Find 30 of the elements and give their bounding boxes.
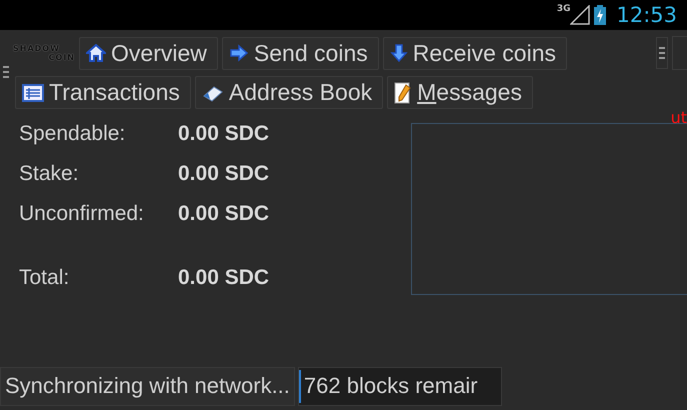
toolbar-button[interactable]: Address Book	[194, 76, 384, 109]
list-icon	[22, 84, 44, 102]
toolbar-button[interactable]: Overview	[79, 36, 218, 70]
clock: 12:53	[616, 3, 677, 27]
toolbar-grip[interactable]	[3, 66, 11, 78]
balance-label: Stake:	[19, 162, 80, 186]
right-arrow-icon	[228, 44, 249, 62]
sync-progress-bar: 762 blocks remair	[298, 366, 502, 406]
down-arrow-icon	[390, 43, 408, 63]
toolbar-button[interactable]: Send coins	[222, 36, 379, 70]
balance-value: 0.00 SDC	[178, 266, 270, 290]
sync-status: Synchronizing with network...	[0, 366, 295, 406]
toolbar-button[interactable]: Transactions	[15, 76, 191, 109]
balance-label: Unconfirmed:	[19, 202, 145, 226]
toolbar-button[interactable]: Messages	[387, 76, 533, 109]
toolbar-grip[interactable]	[656, 37, 668, 69]
notepad-icon	[394, 82, 412, 104]
battery-icon	[594, 5, 606, 25]
balance-label: Total:	[19, 266, 70, 290]
card-icon	[202, 84, 224, 102]
signal-icon	[570, 5, 590, 25]
home-icon	[86, 44, 106, 62]
balance-label: Spendable:	[19, 122, 126, 146]
section-heading: ut	[670, 111, 687, 123]
toolbar-button[interactable]: Receive coins	[382, 36, 567, 70]
balance-value: 0.00 SDC	[178, 162, 270, 186]
balance-value: 0.00 SDC	[178, 122, 270, 146]
balance-value: 0.00 SDC	[178, 202, 270, 226]
network-label: 3G	[556, 4, 570, 14]
logo: SHADOW COIN	[13, 44, 75, 62]
